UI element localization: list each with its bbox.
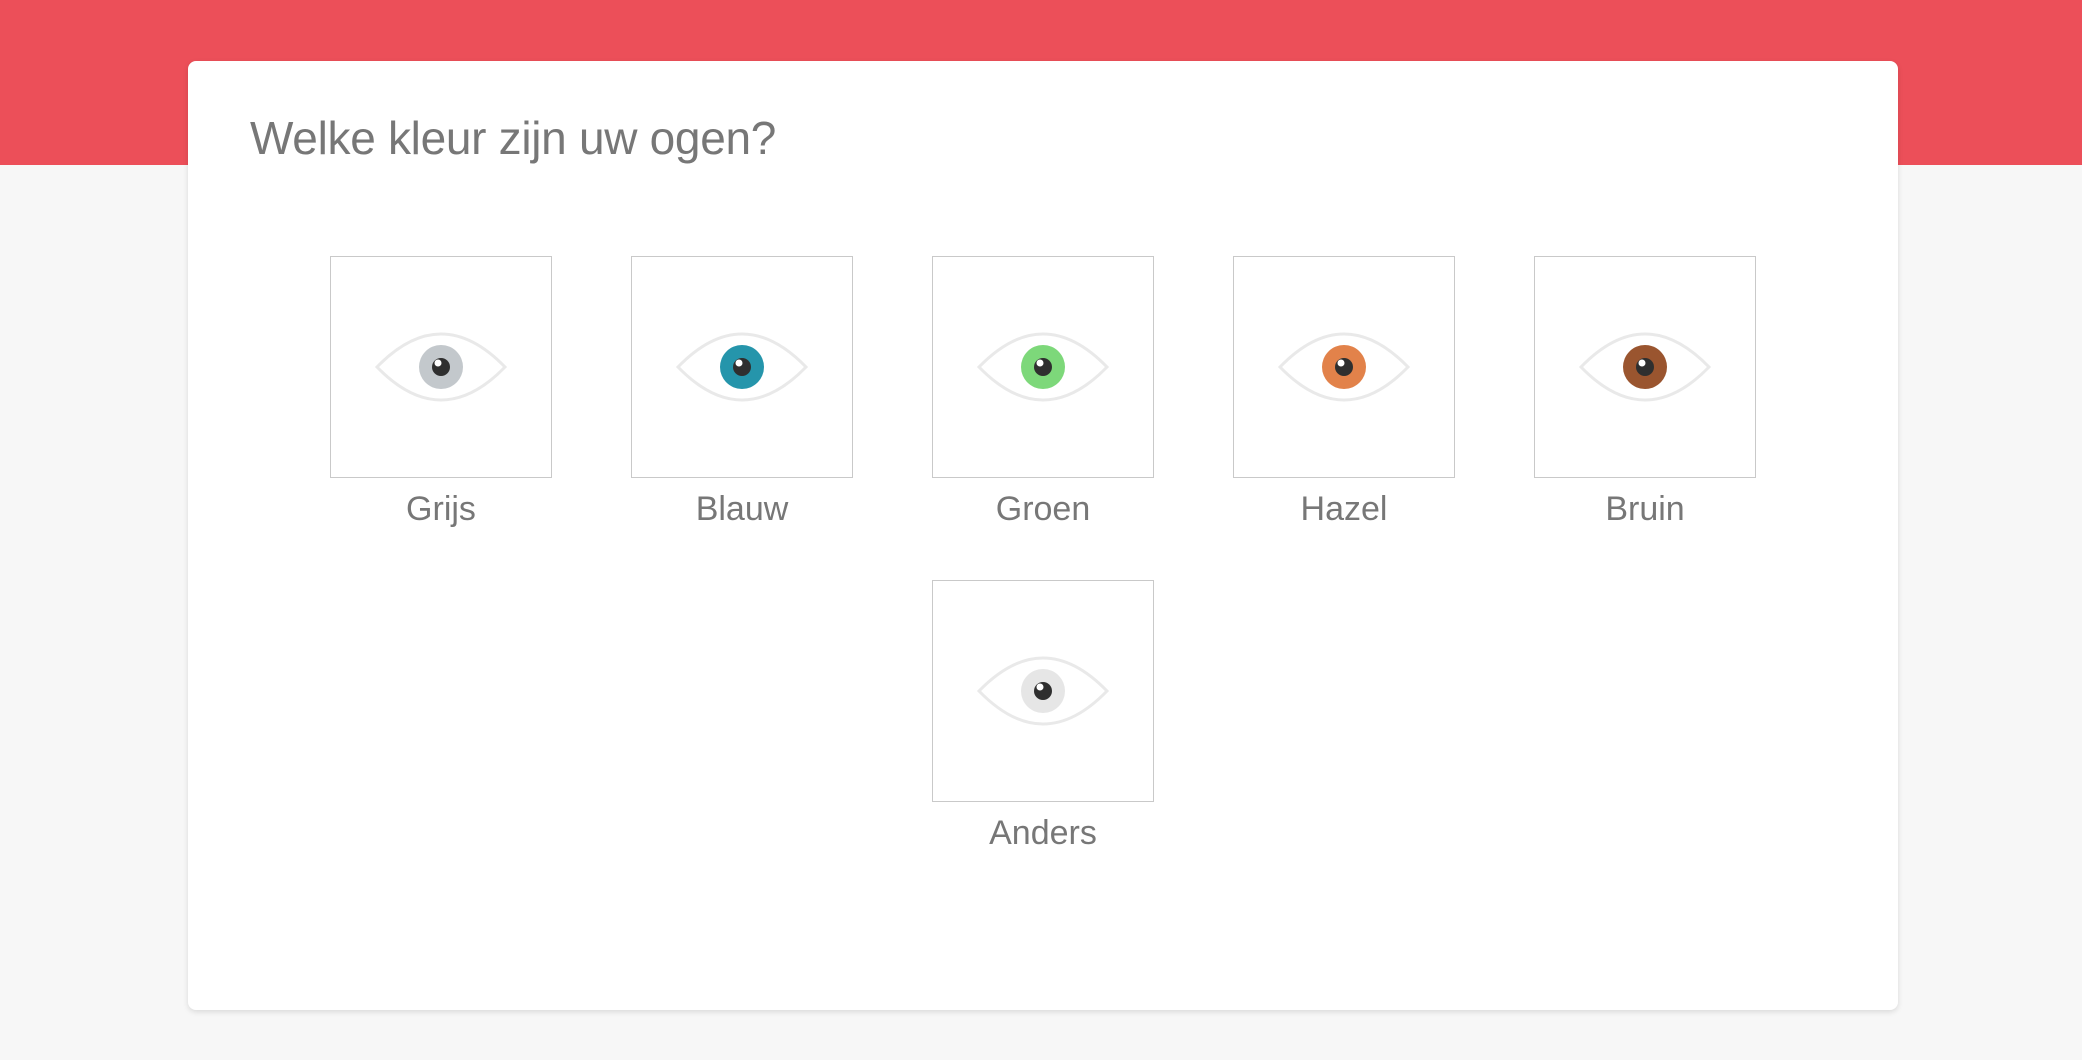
option-hazel[interactable]: Hazel — [1233, 256, 1455, 529]
eye-icon — [977, 656, 1109, 726]
option-grijs[interactable]: Grijs — [330, 256, 552, 529]
question-card: Welke kleur zijn uw ogen? Grijs Blauw Gr… — [188, 61, 1898, 1010]
option-image-box[interactable] — [631, 256, 853, 478]
option-image-box[interactable] — [1233, 256, 1455, 478]
option-anders[interactable]: Anders — [932, 580, 1154, 853]
option-groen[interactable]: Groen — [932, 256, 1154, 529]
eye-icon — [1579, 332, 1711, 402]
option-blauw[interactable]: Blauw — [631, 256, 853, 529]
option-bruin[interactable]: Bruin — [1534, 256, 1756, 529]
option-image-box[interactable] — [330, 256, 552, 478]
option-label: Grijs — [406, 490, 476, 528]
option-image-box[interactable] — [1534, 256, 1756, 478]
option-label: Groen — [995, 490, 1091, 528]
option-label: Blauw — [695, 490, 789, 528]
question-title: Welke kleur zijn uw ogen? — [250, 112, 777, 164]
eye-icon — [676, 332, 808, 402]
option-image-box[interactable] — [932, 580, 1154, 802]
eye-icon — [1278, 332, 1410, 402]
option-label: Hazel — [1300, 490, 1388, 528]
option-label: Anders — [989, 814, 1097, 852]
eye-icon — [977, 332, 1109, 402]
option-label: Bruin — [1605, 490, 1685, 528]
eye-icon — [375, 332, 507, 402]
option-image-box[interactable] — [932, 256, 1154, 478]
